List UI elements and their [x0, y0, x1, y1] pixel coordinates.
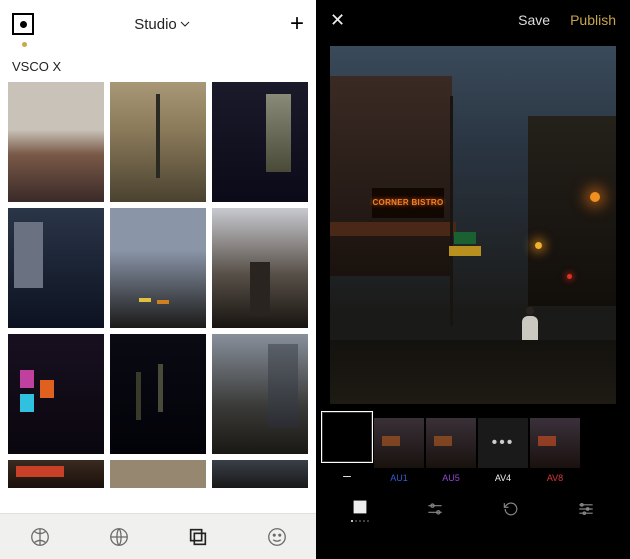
grid-thumb[interactable] — [212, 334, 308, 454]
grid-thumb[interactable] — [110, 208, 206, 328]
photo-grid — [0, 82, 316, 513]
filter-thumb — [322, 412, 372, 462]
grid-thumb[interactable] — [212, 82, 308, 202]
filter-label: – — [343, 467, 351, 483]
grid-thumb[interactable] — [110, 460, 206, 488]
grid-thumb[interactable] — [8, 460, 104, 488]
filter-thumb — [426, 418, 476, 468]
close-button[interactable]: ✕ — [330, 10, 345, 31]
filter-tab-icon[interactable] — [29, 526, 51, 548]
filter-more[interactable]: ••• AV4 — [478, 418, 528, 483]
filter-au5[interactable]: AU5 — [426, 418, 476, 483]
photo-street — [330, 340, 616, 404]
photo-streetlight — [590, 192, 600, 202]
grid-thumb[interactable] — [212, 460, 308, 488]
profile-tab-icon[interactable] — [266, 526, 288, 548]
filter-thumb — [530, 418, 580, 468]
grid-thumb[interactable] — [110, 334, 206, 454]
pagination-dots — [351, 520, 369, 522]
sliders-icon — [425, 499, 445, 519]
filter-label: AV8 — [547, 473, 563, 483]
filter-strip: – AU1 AU5 ••• AV4 AV8 — [316, 404, 630, 487]
filter-none[interactable]: – — [322, 412, 372, 483]
adjust-tab[interactable] — [425, 499, 445, 519]
presets-icon — [350, 497, 370, 517]
undo-icon — [501, 499, 521, 519]
filter-au1[interactable]: AU1 — [374, 418, 424, 483]
add-button[interactable]: + — [290, 10, 304, 38]
more-icon: ••• — [478, 418, 528, 468]
photo-building-right — [528, 116, 616, 306]
editor-photo[interactable]: CORNER BISTRO — [330, 46, 616, 404]
photo-pole — [450, 96, 453, 326]
grid-thumb[interactable] — [110, 82, 206, 202]
editor-tabs — [316, 487, 630, 531]
bottom-nav — [0, 513, 316, 559]
filter-thumb — [374, 418, 424, 468]
filter-label: AV4 — [495, 473, 511, 483]
presets-tab[interactable] — [350, 497, 370, 522]
grid-thumb[interactable] — [8, 334, 104, 454]
studio-dropdown[interactable]: Studio — [134, 16, 190, 33]
history-tab[interactable] — [501, 499, 521, 519]
photo-building — [330, 76, 452, 276]
explore-tab-icon[interactable] — [108, 526, 130, 548]
save-button[interactable]: Save — [518, 12, 550, 28]
filter-label: AU1 — [390, 473, 408, 483]
grid-thumb[interactable] — [212, 208, 308, 328]
editor-header: ✕ Save Publish — [316, 0, 630, 40]
photo-streetlight — [535, 242, 542, 249]
grid-thumb[interactable] — [8, 82, 104, 202]
filter-av8[interactable]: AV8 — [530, 418, 580, 483]
header-actions: Save Publish — [518, 12, 616, 28]
editor-pane: ✕ Save Publish CORNER BISTRO – AU1 AU5 — [316, 0, 630, 559]
studio-pane: Studio + VSCO X — [0, 0, 316, 559]
photo-streetsign — [449, 246, 481, 256]
organize-icon — [576, 499, 596, 519]
left-header: Studio + — [0, 0, 316, 42]
studio-tab-icon[interactable] — [187, 526, 209, 548]
app-logo-icon[interactable] — [12, 13, 34, 35]
photo-light — [567, 274, 572, 279]
neon-sign: CORNER BISTRO — [372, 188, 444, 218]
organize-tab[interactable] — [576, 499, 596, 519]
filter-label: AU5 — [442, 473, 460, 483]
collection-title: VSCO X — [0, 47, 316, 82]
studio-title: Studio — [134, 16, 177, 33]
chevron-down-icon — [180, 19, 190, 29]
photo-streetsign — [454, 232, 476, 244]
photo-awning — [330, 222, 456, 236]
publish-button[interactable]: Publish — [570, 12, 616, 28]
grid-thumb[interactable] — [8, 208, 104, 328]
